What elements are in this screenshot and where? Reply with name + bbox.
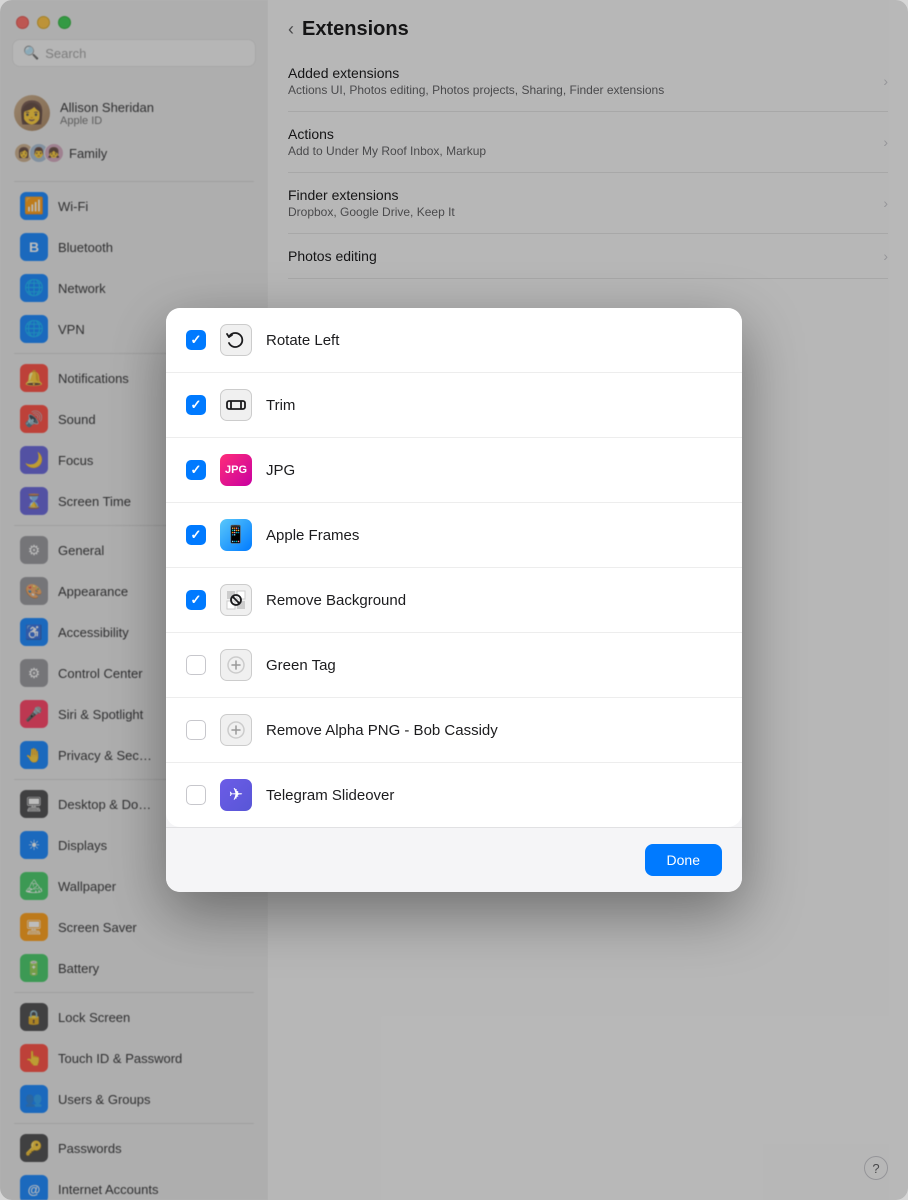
checkbox-telegram[interactable] <box>186 785 206 805</box>
remove-bg-label: Remove Background <box>266 592 722 609</box>
remove-bg-icon <box>220 584 252 616</box>
checkbox-jpg[interactable] <box>186 460 206 480</box>
telegram-icon: ✈ <box>220 779 252 811</box>
apple-frames-icon: 📱 <box>220 519 252 551</box>
modal-item-green-tag: Green Tag <box>166 633 742 698</box>
main-window: 🔍 Search 👩 Allison Sheridan Apple ID <box>0 0 908 1200</box>
jpg-icon: JPG <box>220 454 252 486</box>
green-tag-label: Green Tag <box>266 657 722 674</box>
modal-item-rotate-left: Rotate Left <box>166 308 742 373</box>
apple-frames-label: Apple Frames <box>266 527 722 544</box>
checkbox-trim[interactable] <box>186 395 206 415</box>
rotate-left-label: Rotate Left <box>266 332 722 349</box>
remove-alpha-label: Remove Alpha PNG - Bob Cassidy <box>266 722 722 739</box>
jpg-label: JPG <box>266 462 722 479</box>
green-tag-icon <box>220 649 252 681</box>
modal-dialog: Rotate Left Trim <box>166 308 742 892</box>
modal-item-remove-bg: Remove Background <box>166 568 742 633</box>
modal-item-apple-frames: 📱 Apple Frames <box>166 503 742 568</box>
modal-item-telegram: ✈ Telegram Slideover <box>166 763 742 827</box>
modal-overlay: Rotate Left Trim <box>0 0 908 1200</box>
checkbox-green-tag[interactable] <box>186 655 206 675</box>
checkbox-remove-alpha[interactable] <box>186 720 206 740</box>
checkbox-apple-frames[interactable] <box>186 525 206 545</box>
modal-footer: Done <box>166 827 742 892</box>
checkbox-rotate-left[interactable] <box>186 330 206 350</box>
trim-icon <box>220 389 252 421</box>
trim-label: Trim <box>266 397 722 414</box>
modal-item-remove-alpha: Remove Alpha PNG - Bob Cassidy <box>166 698 742 763</box>
done-button[interactable]: Done <box>645 844 722 876</box>
rotate-left-icon <box>220 324 252 356</box>
modal-item-trim: Trim <box>166 373 742 438</box>
modal-item-jpg: JPG JPG <box>166 438 742 503</box>
telegram-label: Telegram Slideover <box>266 787 722 804</box>
checkbox-remove-bg[interactable] <box>186 590 206 610</box>
remove-alpha-icon <box>220 714 252 746</box>
modal-list: Rotate Left Trim <box>166 308 742 827</box>
